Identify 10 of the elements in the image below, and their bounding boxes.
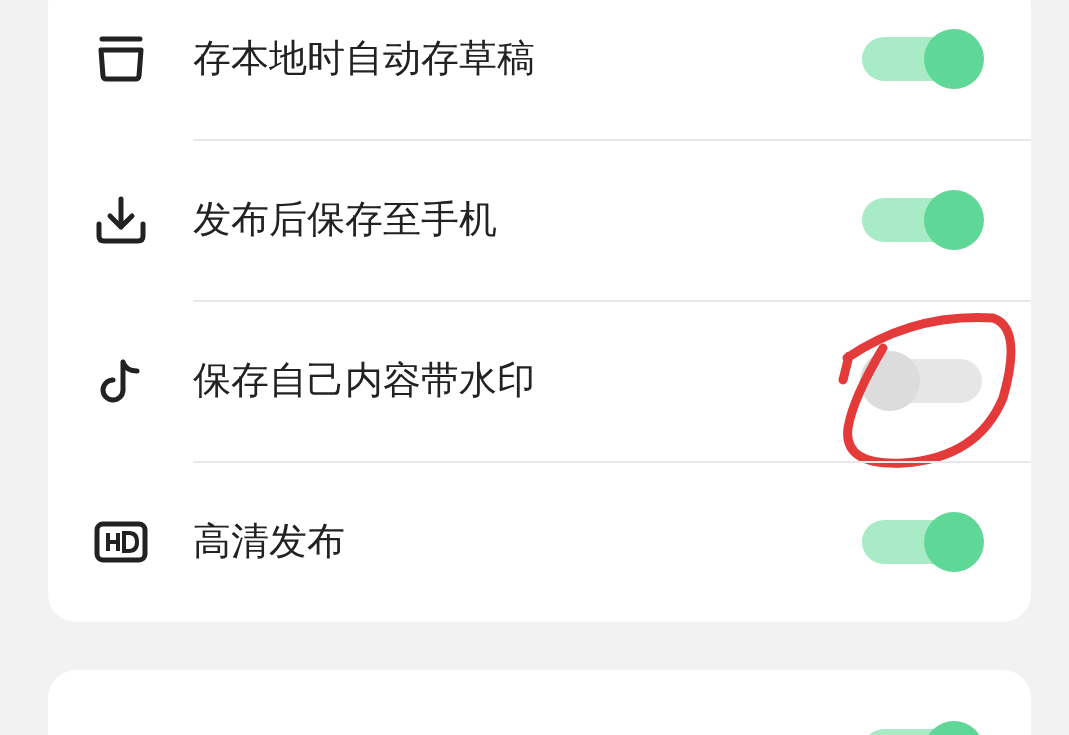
setting-label: 发布后保存至手机: [193, 196, 498, 243]
toggle-switch[interactable]: [860, 188, 984, 251]
setting-label: 保存自己内容带水印: [193, 357, 536, 404]
setting-label: 高清发布: [193, 518, 346, 565]
toggle-switch[interactable]: [860, 27, 984, 90]
toggle-switch[interactable]: [860, 510, 984, 573]
download-icon: [94, 195, 147, 244]
toggle-switch[interactable]: [860, 349, 984, 412]
setting-label: 存本地时自动存草稿: [193, 35, 536, 82]
hd-icon: [93, 520, 148, 563]
